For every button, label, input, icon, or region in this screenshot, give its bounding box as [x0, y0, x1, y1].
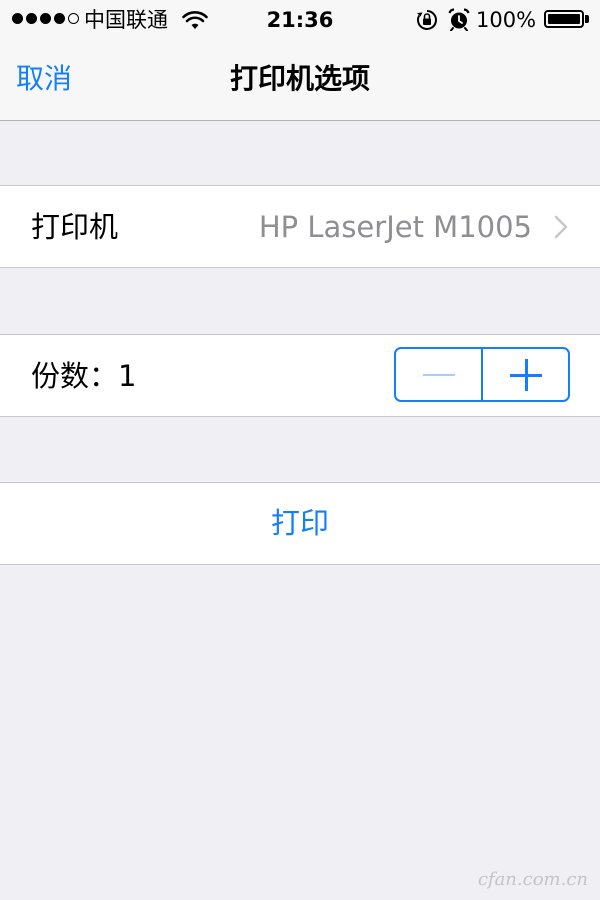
watermark: cfan.com.cn	[477, 869, 588, 890]
selected-printer-name: HP LaserJet M1005	[258, 210, 532, 244]
rotation-lock-icon	[417, 10, 437, 30]
print-row[interactable]: 打印	[0, 482, 600, 565]
minus-icon	[423, 374, 455, 376]
chevron-right-icon	[554, 215, 568, 239]
increment-button[interactable]	[483, 349, 568, 400]
print-button[interactable]: 打印	[0, 503, 600, 543]
battery-icon	[544, 10, 584, 28]
decrement-button[interactable]	[396, 349, 483, 400]
plus-icon-vertical	[525, 359, 528, 391]
printer-label: 打印机	[31, 210, 119, 244]
printer-selector-row[interactable]: 打印机 HP LaserJet M1005	[0, 185, 600, 268]
navigation-bar: 取消 打印机选项	[0, 40, 600, 120]
battery-percent: 100%	[476, 8, 537, 32]
battery-level-fill	[548, 14, 580, 24]
copies-row: 份数：1	[0, 334, 600, 417]
copies-stepper	[394, 347, 570, 402]
status-bar: 中国联通 21:36 100%	[0, 0, 600, 40]
alarm-icon	[448, 8, 470, 31]
battery-tip	[585, 15, 589, 23]
copies-label: 份数：1	[31, 359, 137, 393]
top-bars: 中国联通 21:36 100% 取消 打印机选项	[0, 0, 600, 121]
page-title: 打印机选项	[229, 62, 370, 95]
